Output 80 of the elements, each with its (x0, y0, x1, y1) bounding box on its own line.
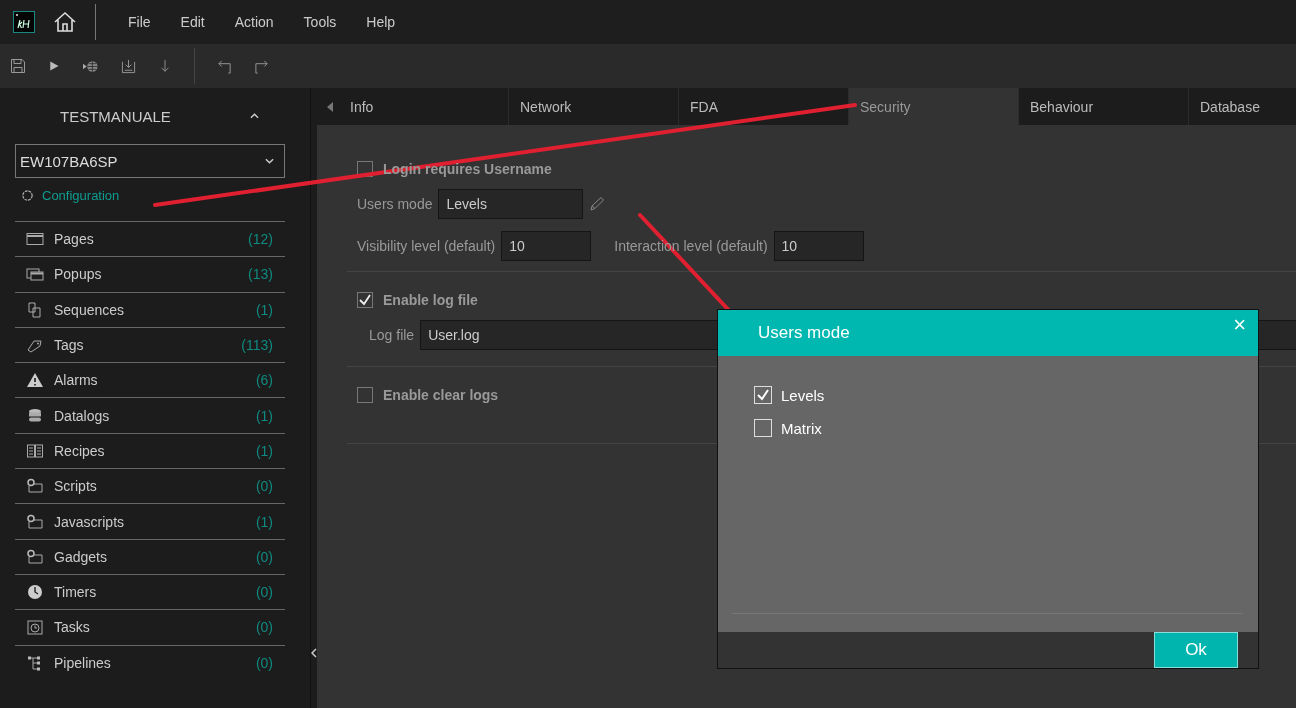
checkbox-label: Enable log file (383, 292, 478, 308)
checkbox-label: Enable clear logs (383, 387, 499, 403)
gear-window-icon (26, 513, 44, 530)
home-icon[interactable] (53, 10, 77, 34)
sidebar-item[interactable]: Scripts (0) (15, 469, 285, 505)
input-field[interactable]: 10 (773, 231, 864, 261)
checkbox[interactable] (357, 292, 373, 308)
gear-window-icon (26, 548, 44, 565)
item-count: (0) (255, 478, 273, 495)
pencil-icon[interactable] (589, 196, 606, 212)
tab[interactable]: Behaviour (1019, 88, 1189, 125)
sidebar-item[interactable]: Javascripts (1) (15, 504, 285, 540)
download-box-icon[interactable] (121, 58, 136, 74)
sidebar-item[interactable]: Popups (13) (15, 257, 285, 293)
undo-icon[interactable] (217, 58, 232, 74)
tab[interactable]: Security (849, 88, 1019, 125)
menu-item[interactable]: Tools (303, 14, 337, 30)
item-count: (0) (255, 655, 273, 672)
item-count: (1) (255, 513, 273, 530)
sidebar-item[interactable]: Tasks (0) (15, 610, 285, 646)
gear-icon (21, 188, 34, 202)
windows-icon (26, 266, 44, 283)
configuration-link[interactable]: Configuration (42, 187, 120, 203)
item-count: (1) (255, 442, 273, 459)
window-icon (26, 231, 44, 248)
warning-icon (26, 372, 44, 389)
field-label: Visibility level (default) (357, 238, 496, 254)
project-name: TESTMANUALE (60, 107, 171, 125)
calendar-clock-icon (26, 619, 44, 636)
checkbox[interactable] (357, 387, 373, 403)
input-field[interactable]: Levels (438, 189, 584, 219)
item-count: (0) (255, 584, 273, 601)
globe-icon[interactable] (82, 58, 99, 74)
book-icon (26, 442, 44, 459)
item-count: (1) (255, 301, 273, 318)
collapse-sidebar-icon[interactable] (311, 648, 317, 658)
tag-icon (26, 337, 44, 354)
checkbox[interactable] (357, 161, 373, 177)
sidebar-item[interactable]: Pages (12) (15, 222, 285, 258)
clock-icon (26, 584, 44, 601)
item-count: (0) (255, 548, 273, 565)
sidebar-item[interactable]: Recipes (1) (15, 433, 285, 470)
device-dropdown[interactable]: EW107BA6SP (15, 144, 285, 178)
save-icon[interactable] (10, 58, 26, 74)
sidebar-item[interactable]: Alarms (6) (15, 363, 285, 399)
database-icon (26, 407, 44, 424)
item-count: (113) (241, 337, 273, 354)
redo-icon[interactable] (254, 58, 269, 74)
sidebar-item[interactable]: Sequences (1) (15, 292, 285, 328)
collapse-caret-icon[interactable] (250, 113, 259, 119)
menu-item[interactable]: Help (366, 14, 396, 30)
checkbox-label: Matrix (781, 419, 822, 437)
sidebar-item[interactable]: Pipelines (0) (15, 645, 285, 681)
tab[interactable]: Info (317, 88, 509, 125)
menu-item[interactable]: File (128, 14, 151, 30)
input-field[interactable]: 10 (501, 231, 592, 261)
down-arrow-icon[interactable] (158, 58, 172, 74)
documents-icon (26, 301, 44, 318)
sidebar-item[interactable]: Gadgets (0) (15, 539, 285, 575)
item-count: (13) (248, 266, 273, 283)
scroll-left-icon[interactable] (327, 102, 333, 112)
sidebar-item[interactable]: Datalogs (1) (15, 398, 285, 434)
item-count: (6) (255, 372, 273, 389)
field-label: Users mode (357, 196, 433, 212)
checkbox-label: Levels (781, 386, 825, 404)
sidebar-item[interactable]: Timers (0) (15, 574, 285, 611)
dropdown-caret-icon (265, 158, 274, 164)
field-label: Log file (369, 327, 415, 343)
item-count: (0) (255, 619, 273, 636)
menu-item[interactable]: Action (234, 14, 274, 30)
app-logo-icon[interactable] (13, 11, 35, 33)
tab[interactable]: Network (509, 88, 679, 125)
tab[interactable]: Database (1189, 88, 1296, 125)
gear-window-icon (26, 478, 44, 495)
item-count: (1) (255, 407, 273, 424)
play-icon[interactable] (48, 60, 60, 72)
menu-item[interactable]: Edit (180, 14, 205, 30)
dialog-title: Users mode (758, 323, 850, 343)
sidebar-item[interactable]: Tags (113) (15, 327, 285, 364)
item-count: (12) (248, 231, 273, 248)
